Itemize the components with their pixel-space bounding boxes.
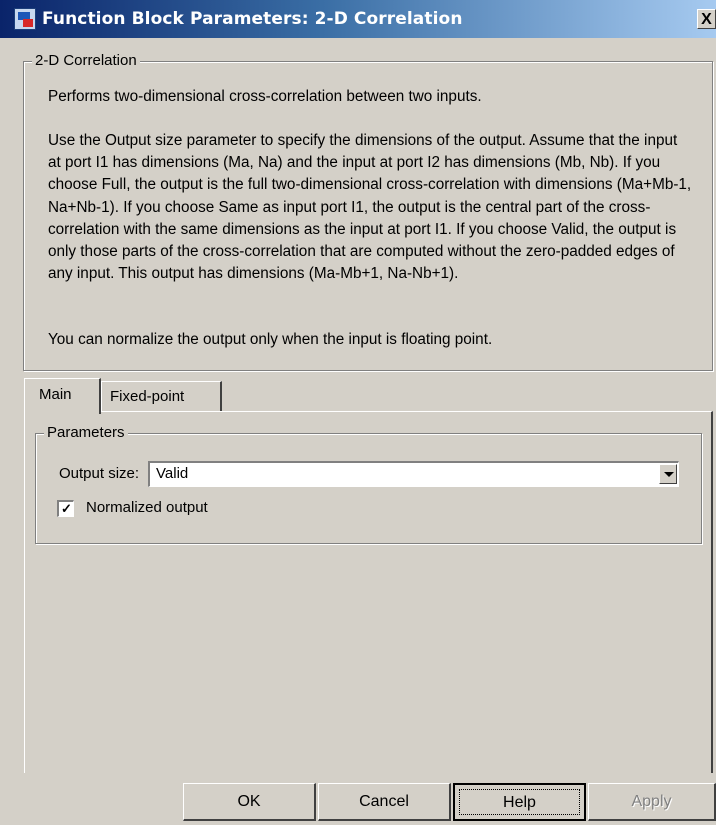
close-button[interactable]: X [697,9,716,29]
output-size-select[interactable]: Valid [148,461,679,487]
description-note: You can normalize the output only when t… [48,331,493,348]
normalized-output-label[interactable]: Normalized output [86,499,208,516]
apply-button[interactable]: Apply [588,783,716,821]
tab-fixed-point[interactable]: Fixed-point [101,381,222,412]
parameters-group-title: Parameters [44,424,128,441]
description-summary: Performs two-dimensional cross-correlati… [48,88,482,105]
simulink-block-icon [14,8,36,30]
title-bar: Function Block Parameters: 2-D Correlati… [0,0,716,38]
tab-main[interactable]: Main [24,378,101,414]
chevron-down-icon[interactable] [659,464,677,484]
output-size-value: Valid [156,465,189,482]
cancel-button[interactable]: Cancel [318,783,451,821]
help-button[interactable]: Help [453,783,586,821]
normalized-output-checkbox[interactable]: ✓ [57,500,74,517]
help-button-label: Help [459,789,580,815]
description-group-title: 2-D Correlation [32,52,140,69]
ok-button[interactable]: OK [183,783,316,821]
output-size-label: Output size: [59,465,140,482]
description-group: 2-D Correlation Performs two-dimensional… [23,52,713,371]
parameters-group: Parameters [35,424,702,544]
checkmark-icon: ✓ [61,501,72,516]
description-details: Use the Output size parameter to specify… [48,132,692,283]
window-title: Function Block Parameters: 2-D Correlati… [42,9,463,29]
